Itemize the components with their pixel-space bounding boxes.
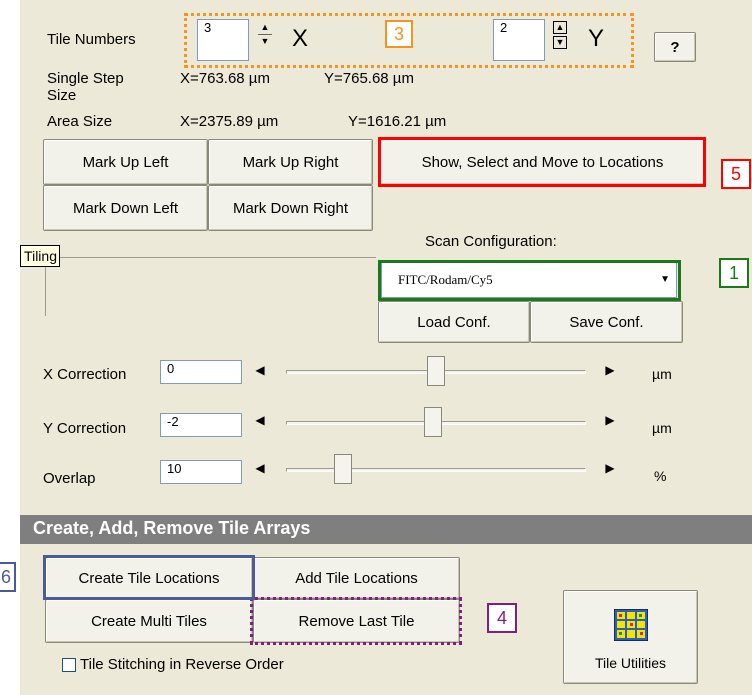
x-correction-slider-thumb[interactable] — [427, 356, 445, 386]
slider-left-arrow-icon[interactable]: ◀ — [252, 410, 268, 430]
single-step-label-line1: Single Step — [47, 70, 124, 87]
mark-down-left-button[interactable]: Mark Down Left — [43, 185, 208, 231]
section-header-title: Create, Add, Remove Tile Arrays — [33, 518, 311, 538]
y-correction-slider-thumb[interactable] — [424, 407, 443, 437]
reverse-order-label: Tile Stitching in Reverse Order — [80, 656, 284, 673]
annotation-number-6-text: 6 — [0, 566, 11, 587]
tile-grid-icon — [613, 609, 648, 641]
annotation-number-3: 3 — [385, 20, 413, 48]
x-correction-unit: µm — [652, 366, 672, 382]
x-correction-field[interactable]: 0 — [160, 360, 242, 384]
scan-config-label: Scan Configuration: — [425, 233, 557, 250]
save-conf-button[interactable]: Save Conf. — [530, 301, 683, 343]
load-conf-button[interactable]: Load Conf. — [378, 301, 530, 343]
annotation-box-4 — [250, 597, 462, 645]
y-correction-label: Y Correction — [43, 420, 127, 437]
mark-up-left-button[interactable]: Mark Up Left — [43, 139, 208, 185]
create-multi-tiles-button[interactable]: Create Multi Tiles — [45, 599, 253, 643]
reverse-order-checkbox[interactable] — [62, 658, 76, 672]
tile-utilities-label: Tile Utilities — [594, 655, 667, 671]
add-tile-locations-button[interactable]: Add Tile Locations — [253, 557, 460, 599]
slider-left-arrow-icon[interactable]: ◀ — [252, 458, 268, 478]
area-y-value: Y=1616.21 µm — [348, 113, 447, 130]
annotation-box-1 — [378, 260, 681, 301]
slider-right-arrow-icon[interactable]: ▶ — [602, 360, 618, 380]
annotation-number-5: 5 — [721, 159, 751, 189]
tiling-tab-label: ne Tiling — [21, 248, 57, 264]
area-size-label: Area Size — [47, 113, 113, 130]
step-y-value: Y=765.68 µm — [324, 70, 414, 87]
help-button[interactable]: ? — [654, 32, 696, 62]
annotation-number-4: 4 — [487, 603, 517, 633]
annotation-number-1: 1 — [719, 258, 749, 288]
tile-numbers-label: Tile Numbers — [47, 31, 136, 48]
mark-up-right-button[interactable]: Mark Up Right — [208, 139, 373, 185]
section-header: Create, Add, Remove Tile Arrays — [20, 515, 752, 544]
overlap-label: Overlap — [43, 470, 96, 487]
annotation-box-5 — [378, 137, 706, 187]
tiling-group-box — [45, 257, 376, 316]
overlap-slider[interactable] — [286, 468, 586, 472]
tile-utilities-button[interactable]: Tile Utilities — [563, 590, 698, 684]
area-x-value: X=2375.89 µm — [180, 113, 279, 130]
y-correction-unit: µm — [652, 420, 672, 436]
single-step-label: Single Step Size — [47, 70, 124, 104]
overlap-unit: % — [654, 468, 667, 484]
overlap-field[interactable]: 10 — [160, 460, 242, 484]
tiling-tab[interactable]: ne Tiling — [20, 245, 60, 267]
mark-down-right-button[interactable]: Mark Down Right — [208, 185, 373, 231]
slider-right-arrow-icon[interactable]: ▶ — [602, 458, 618, 478]
single-step-label-line2: Size — [47, 87, 77, 104]
annotation-number-6: 6 — [0, 562, 16, 592]
overlap-slider-thumb[interactable] — [333, 454, 352, 484]
slider-right-arrow-icon[interactable]: ▶ — [602, 410, 618, 430]
x-correction-label: X Correction — [43, 366, 127, 383]
annotation-box-6 — [43, 555, 255, 600]
slider-left-arrow-icon[interactable]: ◀ — [252, 360, 268, 380]
step-x-value: X=763.68 µm — [180, 70, 270, 87]
y-correction-field[interactable]: -2 — [160, 413, 242, 437]
